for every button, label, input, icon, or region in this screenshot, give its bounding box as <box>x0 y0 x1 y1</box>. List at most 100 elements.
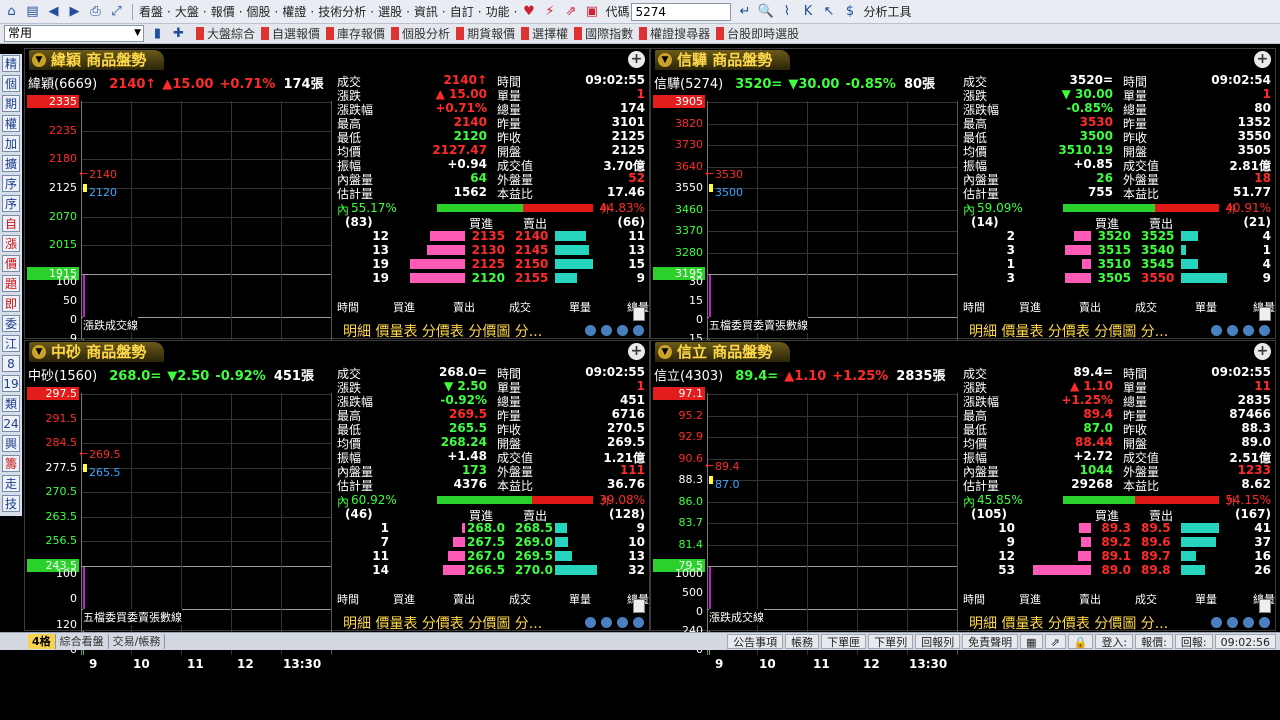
sidebar-item-22[interactable]: 技 <box>2 495 20 512</box>
layout-combo[interactable]: 常用 ▼ <box>4 25 144 42</box>
export-icon[interactable] <box>633 599 645 613</box>
forward-icon[interactable]: ▶ <box>65 2 84 21</box>
nav-button-icon[interactable] <box>617 325 628 336</box>
home-icon[interactable]: ⌂ <box>2 2 21 21</box>
menu-2[interactable]: 報價 <box>211 3 235 20</box>
sidebar-item-4[interactable]: 加 <box>2 135 20 152</box>
add-icon[interactable]: + <box>628 343 645 360</box>
sidebar-item-0[interactable]: 精 <box>2 55 20 72</box>
sidebar-item-7[interactable]: 序 <box>2 195 20 212</box>
quick-button-3[interactable]: 個股分析 <box>391 25 450 42</box>
sidebar-item-18[interactable]: 24 <box>2 415 20 432</box>
add-icon[interactable]: + <box>1254 343 1271 360</box>
nav-button-icon[interactable] <box>601 325 612 336</box>
nav-button-icon[interactable] <box>1243 617 1254 628</box>
code-input[interactable]: 5274 <box>631 2 732 21</box>
add-icon[interactable]: + <box>628 51 645 68</box>
kline-icon[interactable]: K <box>798 2 817 21</box>
favorite-icon[interactable]: ♥ <box>519 2 538 21</box>
enter-icon[interactable]: ↵ <box>735 2 754 21</box>
detail-tabs[interactable]: 明細 價量表 分價表 分價圖 分... <box>343 321 542 341</box>
sidebar-item-11[interactable]: 題 <box>2 275 20 292</box>
dropdown-icon[interactable]: ▼ <box>32 345 46 359</box>
chart-icon[interactable]: ⌇ <box>777 2 796 21</box>
nav-button-icon[interactable] <box>633 617 644 628</box>
detail-tabs[interactable]: 明細 價量表 分價表 分價圖 分... <box>969 321 1168 341</box>
export-icon[interactable] <box>633 307 645 321</box>
layout-icon[interactable]: ▤ <box>23 2 42 21</box>
bottom-tab-1[interactable]: 綜合看盤 <box>56 634 109 649</box>
sidebar-item-17[interactable]: 類 <box>2 395 20 412</box>
analysis-tools-menu[interactable]: 分析工具 <box>863 3 911 20</box>
quick-button-2[interactable]: 庫存報價 <box>326 25 385 42</box>
nav-button-icon[interactable] <box>1227 617 1238 628</box>
intraday-chart[interactable]: 3905 3820 3730 3640 3550 3460 3370 3280 3195 30 15… <box>651 89 961 379</box>
dropdown-icon[interactable]: ▼ <box>32 53 46 67</box>
quick-button-4[interactable]: 期貨報價 <box>456 25 515 42</box>
nav-button-icon[interactable] <box>617 617 628 628</box>
search-icon[interactable]: 🔍 <box>756 2 775 21</box>
panel-title[interactable]: ▼ 信驊 商品盤勢 <box>655 50 791 70</box>
sidebar-item-6[interactable]: 序 <box>2 175 20 192</box>
popout-icon[interactable]: ⇗ <box>1044 634 1066 649</box>
nav-button-icon[interactable] <box>1211 617 1222 628</box>
detail-tabs[interactable]: 明細 價量表 分價表 分價圖 分... <box>969 613 1168 633</box>
quick-button-5[interactable]: 選擇權 <box>521 25 568 42</box>
status-button-5[interactable]: 免責聲明 <box>962 634 1019 649</box>
quick-button-1[interactable]: 自選報價 <box>261 25 320 42</box>
panel-title[interactable]: ▼ 信立 商品盤勢 <box>655 342 791 362</box>
add-icon[interactable]: + <box>1254 51 1271 68</box>
nav-button-icon[interactable] <box>1259 617 1270 628</box>
window-icon[interactable]: ▣ <box>582 2 601 21</box>
pointer-icon[interactable]: ↖ <box>819 2 838 21</box>
menu-8[interactable]: 自訂 <box>450 3 474 20</box>
lock-icon[interactable]: 🔒 <box>1067 634 1094 649</box>
menu-9[interactable]: 功能 <box>486 3 510 20</box>
intraday-chart[interactable]: 97.1 95.2 92.9 90.6 88.3 86.0 83.7 81.4 79.5 1000… <box>651 381 961 671</box>
calculator-icon[interactable]: ▦ <box>1020 634 1043 649</box>
sidebar-item-12[interactable]: 即 <box>2 295 20 312</box>
menu-5[interactable]: 技術分析 <box>318 3 366 20</box>
print-icon[interactable]: ⎙ <box>86 2 105 21</box>
dropdown-icon[interactable]: ▼ <box>658 345 672 359</box>
quick-button-6[interactable]: 國際指數 <box>574 25 633 42</box>
sidebar-item-5[interactable]: 擴 <box>2 155 20 172</box>
sidebar-item-9[interactable]: 漲 <box>2 235 20 252</box>
nav-button-icon[interactable] <box>1227 325 1238 336</box>
panel-title[interactable]: ▼ 緯穎 商品盤勢 <box>29 50 165 70</box>
expand-icon[interactable]: ⤢ <box>107 2 126 21</box>
menu-4[interactable]: 權證 <box>282 3 306 20</box>
quick-button-7[interactable]: 權證搜尋器 <box>639 25 710 42</box>
dollar-icon[interactable]: $ <box>840 2 859 21</box>
status-button-3[interactable]: 下單列 <box>868 634 914 649</box>
nav-button-icon[interactable] <box>601 617 612 628</box>
menu-1[interactable]: 大盤 <box>175 3 199 20</box>
nav-button-icon[interactable] <box>633 325 644 336</box>
menu-7[interactable]: 資訊 <box>414 3 438 20</box>
export-icon[interactable] <box>1259 599 1271 613</box>
detail-tabs[interactable]: 明細 價量表 分價表 分價圖 分... <box>343 613 542 633</box>
sidebar-item-15[interactable]: 8 <box>2 355 20 372</box>
nav-button-icon[interactable] <box>1259 325 1270 336</box>
sidebar-item-1[interactable]: 個 <box>2 75 20 92</box>
bottom-tab-2[interactable]: 交易/帳務 <box>109 634 166 649</box>
nav-button-icon[interactable] <box>1243 325 1254 336</box>
sidebar-item-10[interactable]: 價 <box>2 255 20 272</box>
nav-button-icon[interactable] <box>1211 325 1222 336</box>
status-button-2[interactable]: 下單匣 <box>821 634 867 649</box>
sidebar-item-19[interactable]: 興 <box>2 435 20 452</box>
export-icon[interactable] <box>1259 307 1271 321</box>
back-icon[interactable]: ◀ <box>44 2 63 21</box>
sidebar-item-20[interactable]: 籌 <box>2 455 20 472</box>
nav-button-icon[interactable] <box>585 325 596 336</box>
nav-button-icon[interactable] <box>585 617 596 628</box>
quick-button-8[interactable]: 台股即時選股 <box>716 25 799 42</box>
flash-icon[interactable]: ⚡ <box>540 2 559 21</box>
intraday-chart[interactable]: 297.5 291.5 284.5 277.5 270.5 263.5 256.5 243.5… <box>25 381 335 671</box>
menu-3[interactable]: 個股 <box>247 3 271 20</box>
sidebar-item-14[interactable]: 江 <box>2 335 20 352</box>
bookmark-icon[interactable]: ▮ <box>148 24 167 43</box>
sidebar-item-13[interactable]: 委 <box>2 315 20 332</box>
dropdown-icon[interactable]: ▼ <box>658 53 672 67</box>
status-button-0[interactable]: 公告事項 <box>727 634 784 649</box>
